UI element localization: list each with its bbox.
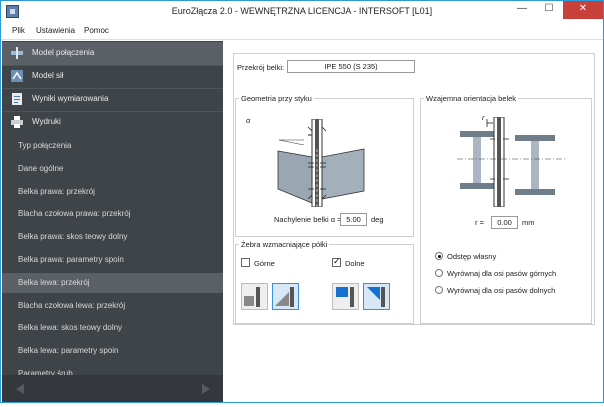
sub-nav-item[interactable]: Belka lewa: parametry spoin <box>2 341 223 361</box>
sub-nav-item[interactable]: Typ połączenia <box>2 136 223 156</box>
menu-bar: Plik Ustawienia Pomoc <box>1 23 603 40</box>
sub-nav-item-label: Belka prawa: parametry spoin <box>18 255 124 264</box>
title-bar: EuroZłącza 2.0 - WEWNĘTRZNA LICENCJA - I… <box>1 1 603 23</box>
forces-model-icon <box>11 70 23 82</box>
sub-nav-item-label: Belka lewa: przekrój <box>18 277 90 287</box>
stiffener-variant-2-icon <box>275 287 294 307</box>
section-field[interactable]: IPE 550 (S 235) <box>287 60 415 73</box>
radio-align-bottom-flanges[interactable] <box>435 286 443 294</box>
close-button[interactable]: ✕ <box>563 1 603 19</box>
results-icon <box>12 93 22 105</box>
radio-own-offset[interactable] <box>435 252 443 260</box>
top-stiffener-variant-2-button[interactable] <box>272 283 299 310</box>
radio-own-offset-label: Odstęp własny <box>447 252 497 261</box>
connection-model-icon <box>11 47 23 59</box>
nav-item-results[interactable]: Wyniki wymiarowania <box>2 88 223 111</box>
stiffeners-group: Żebra wzmacniające półki Górne Dolne <box>235 240 414 324</box>
bottom-stiffener-label: Dolne <box>345 259 365 268</box>
nav-item-label: Model sił <box>32 71 64 80</box>
radio-align-bottom-flanges-label: Wyrównaj dla osi pasów dolnych <box>447 286 556 295</box>
form-panel: Przekrój belki: IPE 550 (S 235) Geometri… <box>233 53 595 325</box>
nav-item-forces-model[interactable]: Model sił <box>2 65 223 88</box>
next-arrow-icon[interactable] <box>202 384 210 394</box>
radio-align-top-flanges-label: Wyrównaj dla osi pasów górnych <box>447 269 557 278</box>
sub-nav-item[interactable]: Blacha czołowa prawa: przekrój <box>2 204 223 224</box>
menu-pomoc[interactable]: Pomoc <box>84 26 109 35</box>
menu-ustawienia[interactable]: Ustawienia <box>36 26 75 35</box>
radio-align-top-flanges[interactable] <box>435 269 443 277</box>
navigation-footer <box>2 375 223 402</box>
r-unit: mm <box>522 218 535 227</box>
section-label: Przekrój belki: <box>237 63 285 72</box>
sub-nav-item-label: Blacha czołowa prawa: przekrój <box>18 209 131 219</box>
printer-icon <box>11 116 23 128</box>
sub-nav-item[interactable]: Dane ogólne <box>2 159 223 179</box>
geometry-group-title: Geometria przy styku <box>239 94 314 103</box>
sub-nav-item[interactable]: Blacha czołowa lewa: przekrój <box>2 296 223 316</box>
slope-unit: deg <box>371 215 384 224</box>
sub-nav-item-label: Dane ogólne <box>18 163 64 173</box>
nav-item-label: Model połączenia <box>32 48 95 57</box>
sub-nav-item-label: Belka prawa: przekrój <box>18 186 95 196</box>
alpha-symbol: α <box>246 116 251 125</box>
sub-nav-item-label: Belka lewa: skos teowy dolny <box>18 323 123 333</box>
sub-nav-item-label: Blacha czołowa lewa: przekrój <box>18 300 126 310</box>
beam-orientation-drawing <box>457 117 567 207</box>
stiffener-variant-1-icon <box>244 287 260 307</box>
nav-item-connection-model[interactable]: Model połączenia <box>2 42 223 65</box>
sub-nav-item-label: Belka lewa: parametry spoin <box>18 346 119 356</box>
slope-label: Nachylenie belki α = <box>274 215 342 224</box>
sub-nav-item[interactable]: Belka prawa: przekrój <box>2 182 223 202</box>
r-input[interactable]: 0.00 <box>491 216 518 229</box>
nav-item-printouts[interactable]: Wydruki <box>2 111 223 134</box>
sub-nav-item-label: Typ połączenia <box>18 141 72 150</box>
sub-nav-item[interactable]: Belka prawa: parametry spoin <box>2 250 223 270</box>
bottom-stiffener-variant-1-icon <box>336 287 354 307</box>
sub-nav-item[interactable]: Belka lewa: skos teowy dolny <box>2 318 223 338</box>
sub-nav-item[interactable]: Belka prawa: skos teowy dolny <box>2 227 223 247</box>
geometry-group: Geometria przy styku α Nachylenie belki … <box>235 94 414 237</box>
r-symbol: r <box>482 113 485 122</box>
maximize-button[interactable]: ☐ <box>536 1 562 19</box>
r-label: r = <box>475 218 484 227</box>
menu-plik[interactable]: Plik <box>12 26 25 35</box>
top-stiffener-label: Górne <box>254 259 275 268</box>
slope-input[interactable]: 5.00 <box>340 213 367 226</box>
app-window: EuroZłącza 2.0 - WEWNĘTRZNA LICENCJA - I… <box>0 0 604 403</box>
previous-arrow-icon[interactable] <box>16 384 24 394</box>
joint-geometry-drawing <box>277 119 365 207</box>
minimize-button[interactable]: — <box>509 1 535 19</box>
orientation-group-title: Wzajemna orientacja belek <box>424 94 519 103</box>
sub-nav-item-label: Belka prawa: skos teowy dolny <box>18 232 128 242</box>
bottom-stiffener-checkbox[interactable] <box>332 256 341 267</box>
nav-item-label: Wyniki wymiarowania <box>32 94 109 103</box>
stiffeners-group-title: Żebra wzmacniające półki <box>239 240 330 249</box>
top-stiffener-checkbox[interactable] <box>241 258 250 267</box>
main-content: Przekrój belki: IPE 550 (S 235) Geometri… <box>223 41 603 402</box>
bottom-stiffener-variant-1-button[interactable] <box>332 283 359 310</box>
orientation-group: Wzajemna orientacja belek r r = 0.00 mm … <box>420 94 592 324</box>
bottom-stiffener-variant-2-icon <box>367 287 385 307</box>
sidebar: Model połączenia Model sił Wyniki wymiar… <box>2 41 223 402</box>
sub-nav-item[interactable]: Belka lewa: przekrój <box>2 272 223 293</box>
bottom-stiffener-variant-2-button[interactable] <box>363 283 390 310</box>
top-stiffener-variant-1-button[interactable] <box>241 283 268 310</box>
nav-item-label: Wydruki <box>32 117 61 126</box>
